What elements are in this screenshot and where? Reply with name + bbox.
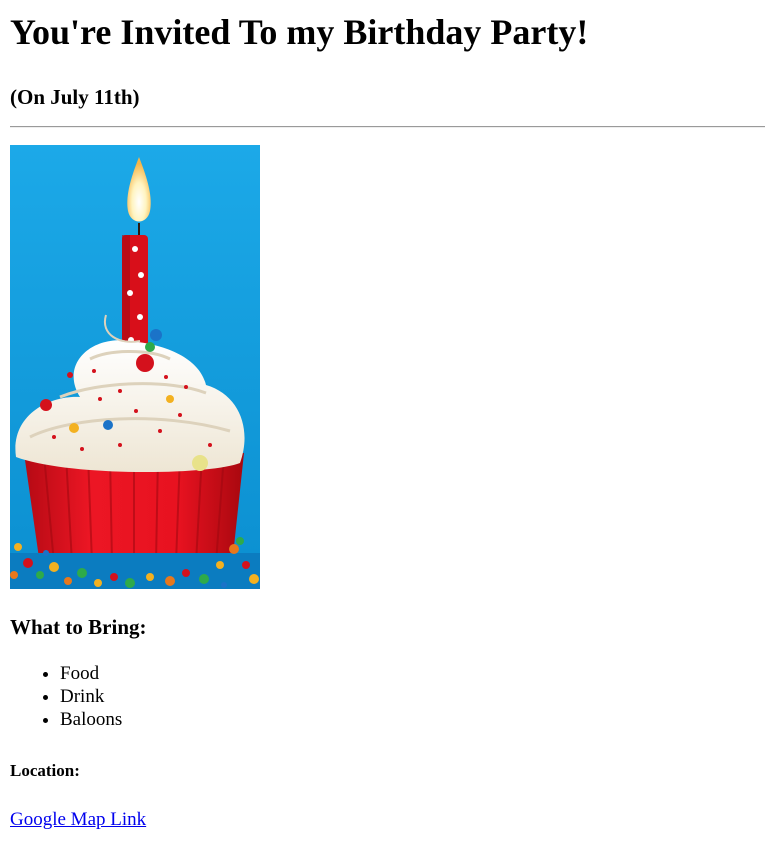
cupcake-image xyxy=(10,145,260,589)
what-to-bring-heading: What to Bring: xyxy=(10,615,147,639)
location-heading: Location: xyxy=(10,761,80,780)
page-title: You're Invited To my Birthday Party! xyxy=(10,12,589,52)
google-map-link[interactable]: Google Map Link xyxy=(10,808,146,831)
list-item: Drink xyxy=(60,685,122,708)
list-item: Food xyxy=(60,662,122,685)
list-item: Baloons xyxy=(60,708,122,731)
bring-list: Food Drink Baloons xyxy=(10,662,122,731)
divider xyxy=(10,126,765,128)
party-date: (On July 11th) xyxy=(10,85,140,109)
